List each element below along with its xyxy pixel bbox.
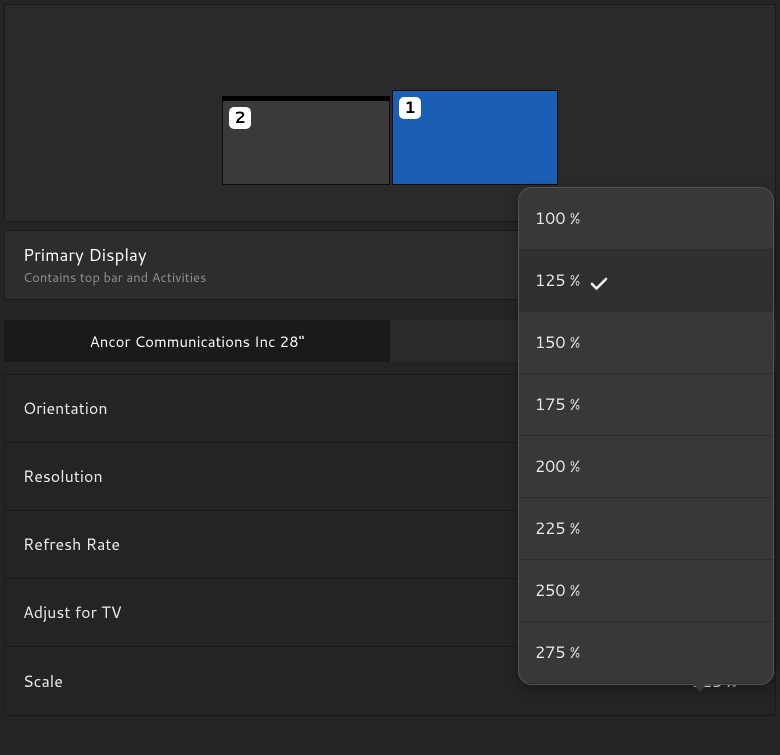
scale-option-label: 175 % (535, 393, 580, 416)
scale-dropdown: 100 % 125 % 150 % 175 % 200 % 225 % 250 % 275 % (518, 187, 774, 685)
monitor-1-badge: 1 (399, 97, 421, 119)
scale-option[interactable]: 150 % (519, 312, 773, 374)
monitor-group: 2 1 (222, 90, 558, 185)
scale-option-label: 100 % (535, 207, 580, 230)
scale-option-label: 275 % (535, 641, 580, 664)
scale-option-label: 250 % (535, 579, 580, 602)
scale-dropdown-list[interactable]: 100 % 125 % 150 % 175 % 200 % 225 % 250 % 275 % (519, 188, 773, 684)
scale-option-label: 200 % (535, 455, 580, 478)
tab-display-1[interactable]: Ancor Communications Inc 28" (4, 320, 390, 362)
monitor-2-badge: 2 (229, 107, 251, 129)
monitor-1[interactable]: 1 (392, 90, 558, 185)
scale-option[interactable]: 225 % (519, 498, 773, 560)
check-icon (590, 277, 606, 289)
scale-option-label: 125 % (535, 269, 580, 292)
popover-arrow-icon (690, 680, 710, 692)
tab-display-1-label: Ancor Communications Inc 28" (90, 331, 305, 352)
scale-option[interactable]: 250 % (519, 560, 773, 622)
scale-option-label: 225 % (535, 517, 580, 540)
scale-option[interactable]: 200 % (519, 436, 773, 498)
scale-option[interactable]: 175 % (519, 374, 773, 436)
scale-option[interactable]: 275 % (519, 622, 773, 684)
scale-option[interactable]: 100 % (519, 188, 773, 250)
monitor-2[interactable]: 2 (222, 96, 390, 185)
scale-option[interactable]: 125 % (519, 250, 773, 312)
scale-option-label: 150 % (535, 331, 580, 354)
